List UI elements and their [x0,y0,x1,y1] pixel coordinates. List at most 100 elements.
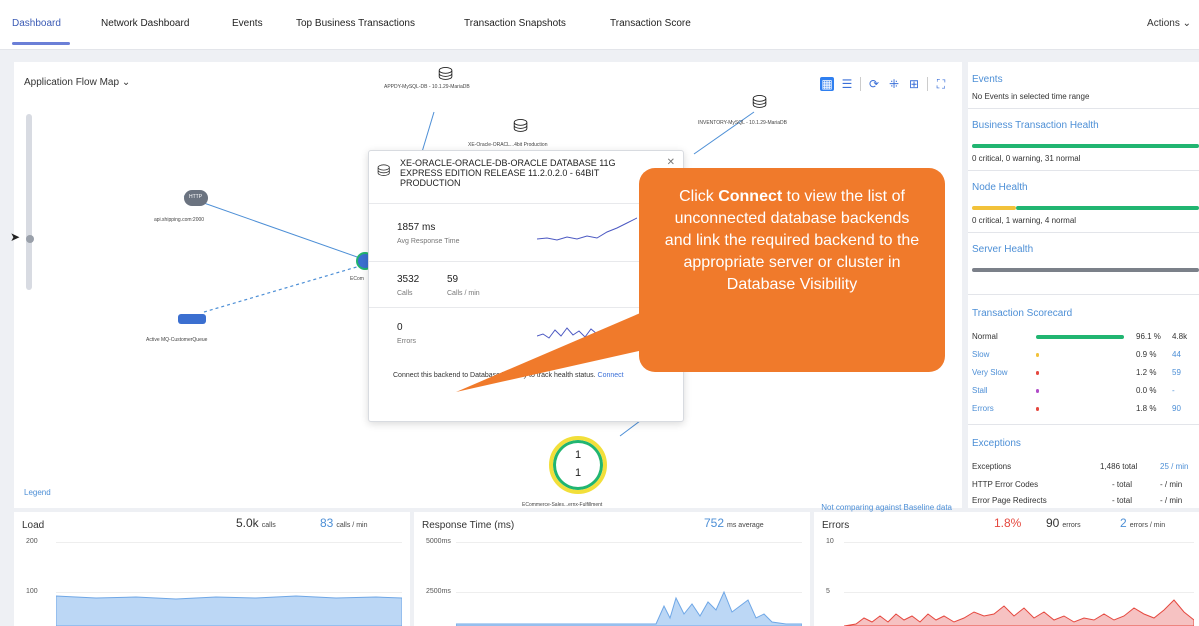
node-label-xe-oracle: XE-Oracle-ORACL...4bit Production [468,142,548,148]
exceptions-total: - total [1112,496,1133,505]
errors-label: Errors [397,338,417,345]
node-label-fulfillment: ECommerce-Sales...ernx-Fulfillment [522,502,603,508]
exceptions-label: HTTP Error Codes [972,480,1039,489]
errors-count-value: 90 [1046,516,1060,530]
scorecard-label: Very Slow [972,368,1008,377]
load-per-min: 83 calls / min [320,516,367,530]
scorecard-row-normal[interactable]: Normal 96.1 % 4.8k [972,332,1199,346]
actions-menu[interactable]: Actions ⌄ [1147,18,1191,29]
scorecard-row-errors[interactable]: Errors 1.8 % 90 [972,404,1199,418]
errors-count-unit: errors [1062,522,1081,529]
exceptions-total: - total [1112,480,1133,489]
database-icon[interactable]: ⛁ [752,92,767,113]
scorecard-pct: 96.1 % [1136,332,1161,341]
calls-label: Calls [397,290,413,297]
scorecard-count: 44 [1172,350,1181,359]
tier-health-circle[interactable]: 1 1 [549,436,607,494]
gridline [56,542,402,543]
calls-value: 3532 [397,274,420,285]
errors-axis-mid: 5 [826,588,830,595]
scorecard-label: Slow [972,350,990,359]
instruction-callout: Click Connect to view the list of unconn… [639,168,945,372]
exceptions-total: 1,486 total [1100,462,1138,471]
exceptions-row[interactable]: Error Page Redirects - total - / min [972,496,1199,508]
divider [968,424,1199,425]
gridline [456,542,802,543]
exceptions-label: Error Page Redirects [972,496,1047,505]
exceptions-label: Exceptions [972,462,1012,471]
events-text: No Events in selected time range [972,92,1090,101]
legend-link[interactable]: Legend [24,488,51,497]
close-icon[interactable]: ✕ [667,157,675,168]
errors-per-min-value: 2 [1120,516,1127,530]
bt-health-title[interactable]: Business Transaction Health [972,120,1099,131]
exceptions-row[interactable]: Exceptions 1,486 total 25 / min [972,462,1199,476]
response-sparkline [537,217,637,241]
active-tab-indicator [12,42,70,45]
top-tab-bar: Dashboard Network Dashboard Events Top B… [0,0,1199,50]
load-axis-top: 200 [26,538,38,545]
avg-response-value: 1857 ms [397,222,436,233]
scorecard-pct: 0.0 % [1136,386,1157,395]
load-per-min-value: 83 [320,516,334,530]
load-axis-mid: 100 [26,588,38,595]
popup-title: XE-ORACLE-ORACLE-DB-ORACLE DATABASE 11G … [400,158,616,188]
load-area-chart[interactable] [56,590,402,626]
response-avg-unit: ms average [727,522,764,529]
errors-area-chart[interactable] [844,586,1194,626]
node-health-normal-bar [1016,206,1199,210]
database-icon[interactable]: ⛁ [513,116,528,137]
scorecard-count: 90 [1172,404,1181,413]
load-calls-unit: calls [261,522,276,529]
tab-dashboard[interactable]: Dashboard [12,18,61,29]
scorecard-row-stall[interactable]: Stall 0.0 % - [972,386,1199,400]
response-title: Response Time (ms) [422,520,515,531]
tab-network-dashboard[interactable]: Network Dashboard [101,18,189,29]
errors-pct: 1.8% [994,516,1022,530]
exceptions-title[interactable]: Exceptions [972,438,1021,449]
node-label-inventory: INVENTORY-MySQL - 10.1.29-MariaDB [698,120,787,126]
message-queue-icon[interactable] [178,314,206,324]
baseline-link[interactable]: Not comparing against Baseline data [821,503,952,512]
load-panel: Load 5.0k calls 83 calls / min 200 100 [14,512,410,626]
response-avg: 752 ms average [704,516,764,530]
errors-value: 0 [397,322,403,333]
response-axis-top: 5000ms [426,538,451,545]
divider [968,170,1199,171]
scorecard-row-very-slow[interactable]: Very Slow 1.2 % 59 [972,368,1199,382]
scorecard-title[interactable]: Transaction Scorecard [972,308,1072,319]
tab-events[interactable]: Events [232,18,263,29]
response-area-chart[interactable] [456,566,802,626]
circle-top-count: 1 [574,449,582,461]
errors-axis-top: 10 [826,538,834,545]
tab-transaction-score[interactable]: Transaction Score [610,18,691,29]
scorecard-row-slow[interactable]: Slow 0.9 % 44 [972,350,1199,364]
exceptions-row[interactable]: HTTP Error Codes - total - / min [972,480,1199,494]
node-health-text: 0 critical, 1 warning, 4 normal [972,216,1077,225]
server-health-title[interactable]: Server Health [972,244,1033,255]
node-health-title[interactable]: Node Health [972,182,1028,193]
load-calls: 5.0k calls [236,516,276,530]
scorecard-pct: 1.2 % [1136,368,1157,377]
events-title[interactable]: Events [972,74,1003,85]
tab-top-business-transactions[interactable]: Top Business Transactions [296,18,415,29]
tab-transaction-snapshots[interactable]: Transaction Snapshots [464,18,566,29]
scorecard-pct: 1.8 % [1136,404,1157,413]
scorecard-count: - [1172,386,1175,395]
exceptions-rate: 25 / min [1160,462,1189,471]
scorecard-bar [1036,389,1039,393]
node-label-mq: Active MQ-CustomerQueue [146,337,208,343]
bt-health-text: 0 critical, 0 warning, 31 normal [972,154,1081,163]
database-icon[interactable]: ⛁ [438,64,453,85]
server-health-bar [972,268,1199,272]
errors-panel-title: Errors [822,520,850,531]
scorecard-bar [1036,407,1039,411]
health-sidebar: Events No Events in selected time range … [968,62,1199,508]
chevron-down-icon: ⌄ [1182,18,1191,29]
actions-label: Actions [1147,18,1180,29]
exceptions-rate: - / min [1160,496,1183,505]
node-label-ecom: ECom [350,276,364,282]
gridline [844,542,1194,543]
errors-per-min-unit: errors / min [1129,522,1166,529]
avg-response-label: Avg Response Time [397,238,460,245]
